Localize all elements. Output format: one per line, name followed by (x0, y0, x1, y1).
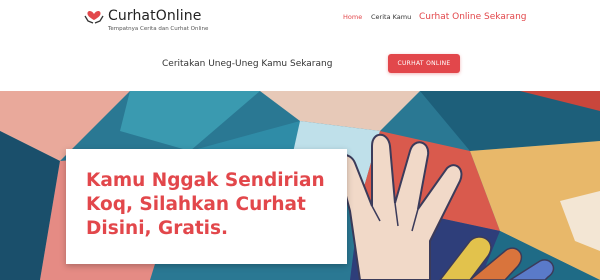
site-header: CurhatOnline Tempatnya Cerita dan Curhat… (0, 0, 600, 36)
site-logo[interactable]: CurhatOnline Tempatnya Cerita dan Curhat… (84, 6, 224, 32)
hero-card: Kamu Nggak Sendirian Koq, Silahkan Curha… (66, 149, 347, 264)
nav-curhat-online-sekarang[interactable]: Curhat Online Sekarang (419, 12, 526, 22)
nav-cerita-kamu[interactable]: Cerita Kamu (371, 13, 411, 21)
brand-tagline: Tempatnya Cerita dan Curhat Online (108, 26, 209, 32)
curhat-online-button[interactable]: CURHAT ONLINE (388, 54, 460, 73)
banner-text: Ceritakan Uneg-Uneg Kamu Sekarang (162, 59, 333, 69)
nav-home[interactable]: Home (343, 13, 362, 21)
brand-name: CurhatOnline (108, 8, 202, 24)
heart-hands-icon (84, 6, 104, 24)
hero-title: Kamu Nggak Sendirian Koq, Silahkan Curha… (86, 170, 325, 239)
